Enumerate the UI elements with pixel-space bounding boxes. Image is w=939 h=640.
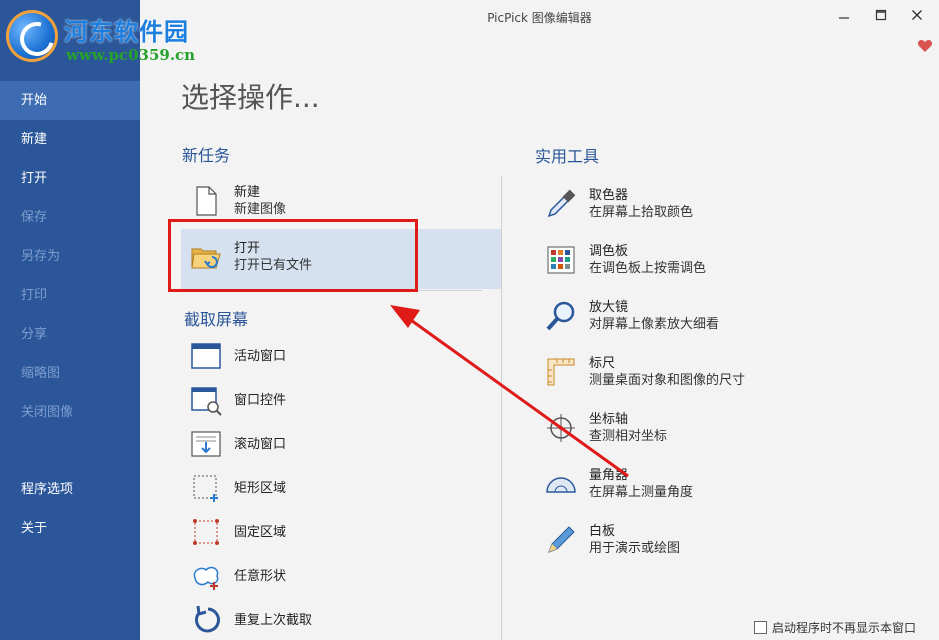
- fixed-region-icon: [190, 516, 222, 548]
- sidebar: 开始 新建 打开 保存 另存为 打印 分享 缩略图 关闭图像 程序选项 关于: [0, 0, 140, 640]
- sidebar-item-save-as: 另存为: [21, 249, 61, 264]
- section-title-new-task: 新任务: [182, 146, 231, 165]
- annotation-highlight-box: [168, 219, 418, 292]
- tool-magnifier-label: 放大镜: [589, 300, 629, 315]
- tool-color-picker-label: 取色器: [589, 188, 629, 203]
- new-image-label: 新建: [234, 185, 261, 200]
- minimize-icon: [839, 17, 849, 19]
- window-control-icon: [190, 384, 222, 416]
- tool-color-picker-desc: 在屏幕上拾取颜色: [589, 205, 694, 220]
- sidebar-lower-nav: 程序选项 关于: [0, 470, 140, 548]
- annotation-arrow: [390, 305, 629, 478]
- tool-crosshair-label: 坐标轴: [589, 412, 629, 427]
- tool-protractor[interactable]: 量角器 在屏幕上测量角度: [545, 467, 693, 501]
- startup-checkbox-row[interactable]: 启动程序时不再显示本窗口: [754, 619, 916, 636]
- protractor-icon: [545, 468, 577, 500]
- watermark: 河东软件园 www.pc0359.cn: [0, 0, 220, 70]
- tool-magnifier[interactable]: 放大镜 对屏幕上像素放大细看: [545, 299, 719, 333]
- sidebar-item-new[interactable]: 新建: [0, 120, 140, 159]
- window-title: PicPick 图像编辑器: [487, 11, 592, 25]
- maximize-icon: [875, 9, 887, 21]
- heart-icon[interactable]: [917, 38, 933, 54]
- title-bar: PicPick 图像编辑器: [140, 0, 939, 34]
- capture-scrolling-window-label: 滚动窗口: [234, 436, 287, 452]
- capture-repeat-last-label: 重复上次截取: [234, 612, 313, 628]
- capture-window-control[interactable]: 窗口控件: [190, 384, 286, 416]
- new-document-icon: [190, 185, 222, 217]
- sidebar-item-about[interactable]: 关于: [0, 509, 140, 548]
- capture-window-control-label: 窗口控件: [234, 392, 287, 408]
- sidebar-item-thumbnails: 缩略图: [21, 366, 61, 381]
- section-title-tools: 实用工具: [535, 147, 600, 166]
- watermark-name: 河东软件园: [64, 17, 189, 46]
- pen-icon: [545, 524, 577, 556]
- capture-fixed-region[interactable]: 固定区域: [190, 516, 286, 548]
- tool-color-palette-label: 调色板: [589, 244, 629, 259]
- tool-magnifier-desc: 对屏幕上像素放大细看: [589, 317, 720, 332]
- sidebar-item-share: 分享: [21, 327, 48, 342]
- capture-active-window[interactable]: 活动窗口: [190, 340, 286, 372]
- capture-freehand[interactable]: 任意形状: [190, 560, 286, 592]
- tool-protractor-desc: 在屏幕上测量角度: [589, 485, 694, 500]
- capture-fixed-region-label: 固定区域: [234, 524, 287, 540]
- active-window-icon: [190, 340, 222, 372]
- eyedropper-icon: [545, 188, 577, 220]
- tool-ruler-label: 标尺: [589, 356, 616, 371]
- crosshair-icon: [545, 412, 577, 444]
- capture-repeat-last[interactable]: 重复上次截取: [190, 604, 312, 636]
- ruler-icon: [545, 356, 577, 388]
- sidebar-item-start[interactable]: 开始: [0, 81, 140, 120]
- watermark-logo-icon: [6, 10, 58, 62]
- tool-crosshair[interactable]: 坐标轴 查测相对坐标: [545, 411, 667, 445]
- tool-ruler[interactable]: 标尺 测量桌面对象和图像的尺寸: [545, 355, 745, 389]
- close-button[interactable]: [903, 6, 931, 28]
- sidebar-nav: 开始 新建 打开 保存 另存为 打印 分享 缩略图 关闭图像: [0, 81, 140, 432]
- sidebar-item-close-image: 关闭图像: [21, 405, 74, 420]
- watermark-url: www.pc0359.cn: [66, 46, 196, 64]
- close-icon: [912, 10, 922, 20]
- capture-rectangle[interactable]: 矩形区域: [190, 472, 286, 504]
- sidebar-item-open[interactable]: 打开: [0, 159, 140, 198]
- new-image-item[interactable]: 新建 新建图像: [190, 184, 286, 218]
- tool-whiteboard-label: 白板: [589, 524, 616, 539]
- sidebar-item-save: 保存: [21, 210, 48, 225]
- palette-grid-icon: [545, 244, 577, 276]
- tool-color-palette-desc: 在调色板上按需调色: [589, 261, 707, 276]
- maximize-button[interactable]: [867, 6, 895, 28]
- tool-color-palette[interactable]: 调色板 在调色板上按需调色: [545, 243, 706, 277]
- freehand-shape-icon: [190, 560, 222, 592]
- tool-protractor-label: 量角器: [589, 468, 629, 483]
- capture-scrolling-window[interactable]: 滚动窗口: [190, 428, 286, 460]
- startup-checkbox[interactable]: [754, 621, 767, 634]
- rectangle-region-icon: [190, 472, 222, 504]
- tool-whiteboard[interactable]: 白板 用于演示或绘图: [545, 523, 680, 557]
- new-image-desc: 新建图像: [234, 202, 287, 217]
- scrolling-window-icon: [190, 428, 222, 460]
- tool-color-picker[interactable]: 取色器 在屏幕上拾取颜色: [545, 187, 693, 221]
- magnifier-icon: [545, 300, 577, 332]
- capture-active-window-label: 活动窗口: [234, 348, 287, 364]
- repeat-icon: [190, 604, 222, 636]
- tool-ruler-desc: 测量桌面对象和图像的尺寸: [589, 373, 746, 388]
- startup-checkbox-label: 启动程序时不再显示本窗口: [772, 621, 917, 635]
- capture-freehand-label: 任意形状: [234, 568, 287, 584]
- page-heading: 选择操作...: [181, 81, 320, 114]
- tool-crosshair-desc: 查测相对坐标: [589, 429, 668, 444]
- minimize-button[interactable]: [830, 6, 858, 28]
- column-divider: [501, 176, 502, 640]
- tool-whiteboard-desc: 用于演示或绘图: [589, 541, 681, 556]
- sidebar-item-print: 打印: [21, 288, 48, 303]
- section-title-capture: 截取屏幕: [184, 310, 249, 329]
- capture-rectangle-label: 矩形区域: [234, 480, 287, 496]
- sidebar-item-options[interactable]: 程序选项: [0, 470, 140, 509]
